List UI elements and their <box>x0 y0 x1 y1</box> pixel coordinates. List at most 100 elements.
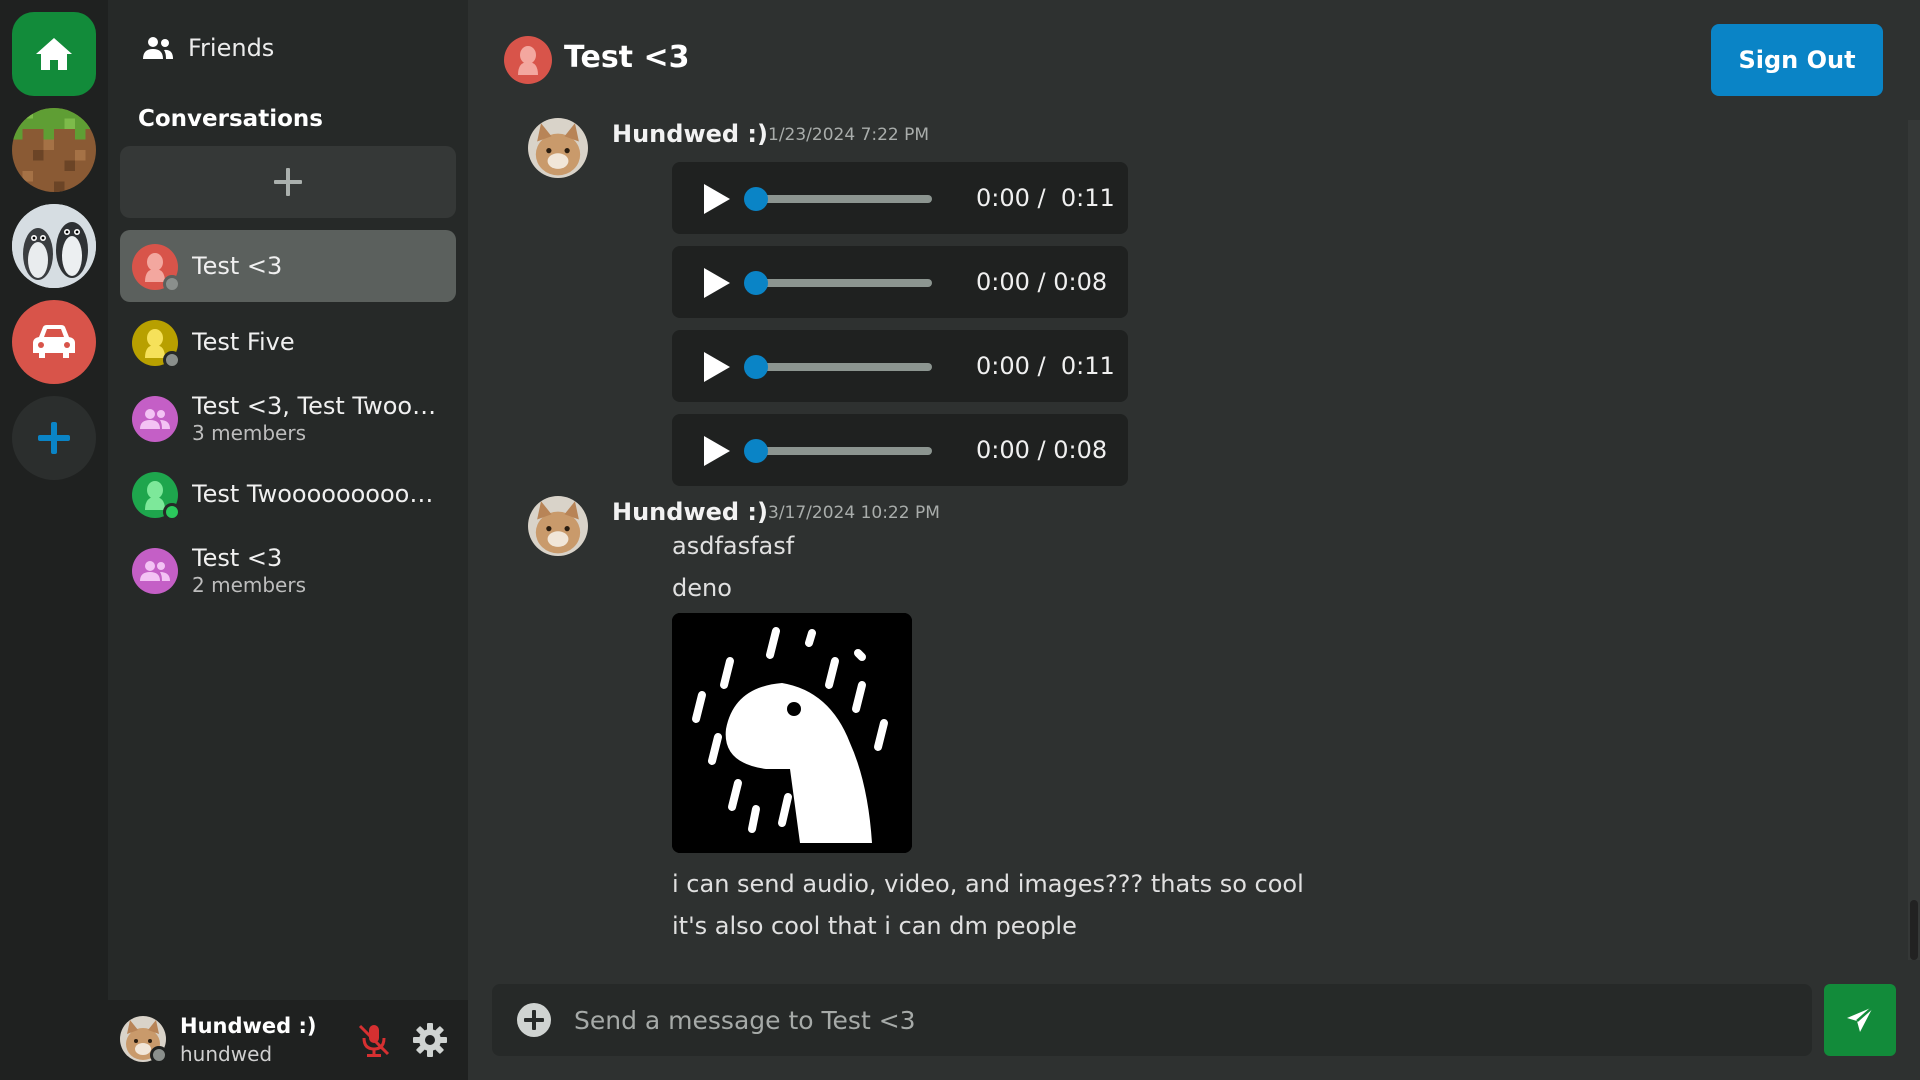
penguins-server-icon <box>12 204 96 288</box>
microphone-muted-icon <box>358 1024 390 1057</box>
mute-microphone-button[interactable] <box>356 1022 392 1062</box>
conversation-name: Test Five <box>192 328 295 356</box>
conversation-list: Test <3 Test Five Test <3, Test Twooooo … <box>120 230 456 610</box>
play-icon[interactable] <box>702 266 732 300</box>
message-text: deno <box>672 574 732 602</box>
status-indicator <box>163 503 181 521</box>
status-indicator <box>163 275 181 293</box>
message-scrollbar[interactable] <box>1908 120 1920 960</box>
group-icon <box>140 561 170 581</box>
chat-header: Test <3 Sign Out <box>468 0 1920 110</box>
message-author[interactable]: Hundwed :) <box>612 498 768 526</box>
avatar <box>132 548 178 594</box>
conversation-member-count: 2 members <box>192 572 306 597</box>
user-panel: Hundwed :) hundwed <box>108 1000 468 1080</box>
cat-avatar-icon <box>528 496 588 556</box>
conversation-item[interactable]: Test <3, Test Twooooooooooooo 3 members <box>120 382 456 454</box>
avatar <box>132 396 178 442</box>
message-list: Hundwed :) 1/23/2024 7:22 PM 0:00 / 0:11… <box>468 110 1908 970</box>
audio-player: 0:00 / 0:08 <box>672 414 1128 486</box>
message-author[interactable]: Hundwed :) <box>612 120 768 148</box>
current-user-handle: hundwed <box>180 1042 273 1066</box>
audio-time: 0:00 / 0:11 <box>976 184 1115 212</box>
image-attachment[interactable] <box>672 613 912 853</box>
conversation-name: Test Twooooooooooooo <box>192 480 446 508</box>
user-icon <box>145 329 165 358</box>
user-icon <box>518 46 538 75</box>
conversation-name: Test <3 <box>192 543 283 572</box>
send-icon <box>1847 1006 1874 1032</box>
audio-seek-track[interactable] <box>752 195 932 203</box>
friends-label: Friends <box>188 34 275 62</box>
audio-seek-handle[interactable] <box>744 439 768 463</box>
audio-time: 0:00 / 0:11 <box>976 352 1115 380</box>
home-icon <box>36 38 72 70</box>
audio-seek-handle[interactable] <box>744 187 768 211</box>
add-server-icon <box>38 422 70 454</box>
conversation-name: Test <3, Test Twooooooooooooo <box>192 391 446 420</box>
avatar[interactable] <box>528 118 588 178</box>
audio-seek-handle[interactable] <box>744 355 768 379</box>
send-button[interactable] <box>1824 984 1896 1056</box>
add-attachment-icon <box>517 1003 551 1037</box>
group-icon <box>140 409 170 429</box>
home-button[interactable] <box>12 12 96 96</box>
audio-seek-track[interactable] <box>752 363 932 371</box>
conversations-sidebar: Friends Conversations Test <3 Test Five … <box>108 0 468 1080</box>
user-icon <box>145 253 165 282</box>
gear-icon <box>413 1023 447 1057</box>
conversations-heading: Conversations <box>138 106 323 132</box>
friends-icon <box>143 37 173 59</box>
message-group: Hundwed :) 3/17/2024 10:22 PM asdfasfasf… <box>528 488 1628 948</box>
server-rail <box>0 0 108 1080</box>
scrollbar-thumb[interactable] <box>1910 900 1918 960</box>
add-server-button[interactable] <box>12 396 96 480</box>
conversation-member-count: 3 members <box>192 420 306 445</box>
conversation-name: Test <3 <box>192 252 283 280</box>
play-icon[interactable] <box>702 434 732 468</box>
status-indicator <box>150 1046 168 1064</box>
message-input[interactable] <box>574 998 1774 1042</box>
avatar[interactable] <box>528 496 588 556</box>
conversation-item[interactable]: Test <3 <box>120 230 456 302</box>
server-penguins[interactable] <box>12 204 96 288</box>
friends-link[interactable]: Friends <box>142 30 274 66</box>
chat-title: Test <3 <box>564 40 690 75</box>
audio-player: 0:00 / 0:11 <box>672 162 1128 234</box>
play-icon[interactable] <box>702 182 732 216</box>
plus-icon <box>274 168 302 196</box>
sign-out-button[interactable]: Sign Out <box>1711 24 1883 96</box>
avatar <box>504 36 552 84</box>
play-icon[interactable] <box>702 350 732 384</box>
message-timestamp: 1/23/2024 7:22 PM <box>768 125 930 145</box>
audio-player: 0:00 / 0:08 <box>672 246 1128 318</box>
message-composer <box>492 984 1812 1056</box>
audio-time: 0:00 / 0:08 <box>976 268 1108 296</box>
new-conversation-button[interactable] <box>120 146 456 218</box>
message-text: i can send audio, video, and images??? t… <box>672 870 1304 898</box>
status-indicator <box>163 351 181 369</box>
message-text: it's also cool that i can dm people <box>672 912 1077 940</box>
message-text: asdfasfasf <box>672 532 795 560</box>
audio-seek-track[interactable] <box>752 279 932 287</box>
attach-button[interactable] <box>516 1002 552 1042</box>
cat-avatar-icon <box>528 118 588 178</box>
grass-block-server-icon <box>12 108 96 192</box>
server-grass-block[interactable] <box>12 108 96 192</box>
server-car[interactable] <box>12 300 96 384</box>
audio-seek-handle[interactable] <box>744 271 768 295</box>
conversation-item[interactable]: Test Five <box>120 306 456 378</box>
message-group: Hundwed :) 1/23/2024 7:22 PM 0:00 / 0:11… <box>528 110 1528 490</box>
message-timestamp: 3/17/2024 10:22 PM <box>768 503 940 523</box>
deno-logo-icon <box>672 613 912 853</box>
conversation-item[interactable]: Test <3 2 members <box>120 534 456 606</box>
audio-seek-track[interactable] <box>752 447 932 455</box>
car-icon <box>33 325 75 358</box>
audio-time: 0:00 / 0:08 <box>976 436 1108 464</box>
audio-player: 0:00 / 0:11 <box>672 330 1128 402</box>
app-root: Friends Conversations Test <3 Test Five … <box>0 0 1920 1080</box>
current-user-name: Hundwed :) <box>180 1014 317 1038</box>
conversation-item[interactable]: Test Twooooooooooooo <box>120 458 456 530</box>
settings-button[interactable] <box>412 1022 448 1062</box>
user-icon <box>145 481 165 510</box>
